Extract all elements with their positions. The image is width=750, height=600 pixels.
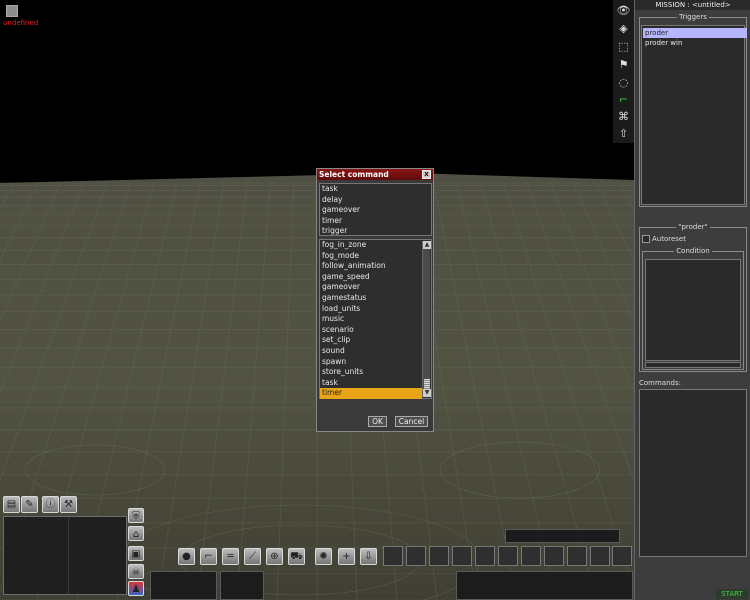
inventory-slot[interactable] — [521, 546, 541, 566]
list-item-selected[interactable]: proder — [643, 28, 747, 38]
list-item[interactable]: task — [320, 378, 422, 389]
triggers-group: Triggers proder proder win — [639, 13, 747, 207]
skull-icon[interactable]: ☠ — [128, 564, 144, 579]
list-item[interactable]: sound — [320, 346, 422, 357]
minimap[interactable] — [3, 516, 127, 595]
list-item[interactable]: set_clip — [320, 335, 422, 346]
condition-scrollbar[interactable] — [645, 362, 741, 368]
list-item[interactable]: gamestatus — [320, 293, 422, 304]
inventory-slot[interactable] — [567, 546, 587, 566]
selected-trigger-label: "proder" — [676, 223, 710, 231]
trigger-properties-group: "proder" Autoreset Condition — [639, 223, 747, 372]
inventory-slot[interactable] — [590, 546, 610, 566]
eye-icon[interactable]: 👁 — [616, 3, 631, 18]
recent-commands-list[interactable]: task delay gameover timer trigger — [319, 183, 432, 236]
grenade-icon[interactable]: ● — [178, 548, 195, 565]
inventory-slot[interactable] — [475, 546, 495, 566]
editor-tool-strip: 👁 ◈ ⬚ ⚑ ◌ ⌐ ⌘ ⇧ — [613, 0, 634, 143]
pistol-icon[interactable]: ⌐ — [200, 548, 217, 565]
list-item[interactable]: task — [320, 184, 431, 195]
list-item[interactable]: spawn — [320, 357, 422, 368]
status-bar — [505, 529, 620, 543]
select-command-dialog: Select command x task delay gameover tim… — [316, 168, 434, 432]
scrollbar[interactable]: ▲ ▼ — [422, 241, 431, 397]
unit-info-panel — [220, 571, 264, 600]
run-icon[interactable]: ✺ — [315, 548, 332, 565]
scroll-down-icon[interactable]: ▼ — [423, 389, 431, 397]
list-item[interactable]: music — [320, 314, 422, 325]
unit-placeholder[interactable] — [6, 5, 18, 17]
flag-icon[interactable]: ⚑ — [616, 57, 631, 72]
triggers-list[interactable]: proder proder win — [641, 25, 747, 205]
target-icon[interactable]: ⊕ — [266, 548, 283, 565]
tag-icon[interactable]: ◈ — [616, 21, 631, 36]
scroll-up-icon[interactable]: ▲ — [423, 241, 431, 249]
map-icon[interactable]: ▤ — [3, 496, 20, 513]
commands-list[interactable] — [639, 389, 747, 557]
list-item[interactable]: gameover — [320, 205, 431, 216]
list-item[interactable]: follow_animation — [320, 261, 422, 272]
condition-input[interactable] — [645, 259, 741, 361]
camera-icon[interactable]: ⌘ — [616, 109, 631, 124]
inventory-slot[interactable] — [406, 546, 426, 566]
minimap-divider — [68, 517, 69, 594]
list-item[interactable]: fog_mode — [320, 251, 422, 262]
plus-icon[interactable]: + — [338, 548, 355, 565]
knife-icon[interactable]: ⟋ — [244, 548, 261, 565]
dialog-title-bar[interactable]: Select command — [317, 169, 433, 180]
selection-icon[interactable]: ⬚ — [616, 39, 631, 54]
list-item-selected[interactable]: timer — [320, 388, 422, 399]
info-icon[interactable]: ⓘ — [42, 496, 59, 513]
vehicle-icon[interactable]: ⛟ — [288, 548, 305, 565]
building-icon[interactable]: ⌂ — [128, 526, 144, 541]
list-item[interactable]: trigger — [320, 226, 431, 237]
dialog-title: Select command — [319, 170, 389, 179]
triggers-label: Triggers — [677, 13, 709, 21]
inventory-slot[interactable] — [383, 546, 403, 566]
condition-label: Condition — [674, 247, 712, 255]
condition-group: Condition — [642, 247, 744, 370]
inventory-slot[interactable] — [544, 546, 564, 566]
team-icon[interactable]: ♟ — [128, 581, 144, 596]
unit-info-panel — [150, 571, 217, 600]
mission-title: MISSION : <untitled> — [635, 0, 750, 10]
crate-icon[interactable]: ▣ — [128, 546, 144, 561]
cancel-button[interactable]: Cancel — [395, 416, 428, 427]
command-list[interactable]: fog_in_zone fog_mode follow_animation ga… — [319, 239, 432, 399]
close-icon[interactable]: x — [422, 170, 431, 179]
shield-icon[interactable]: ⛨ — [128, 508, 144, 523]
list-item[interactable]: timer — [320, 216, 431, 227]
inventory-slot[interactable] — [452, 546, 472, 566]
list-item[interactable]: load_units — [320, 304, 422, 315]
list-item[interactable]: proder win — [643, 38, 747, 48]
list-item[interactable]: delay — [320, 195, 431, 206]
list-item[interactable]: scenario — [320, 325, 422, 336]
inventory-slot[interactable] — [429, 546, 449, 566]
scroll-thumb[interactable] — [424, 379, 430, 389]
start-button[interactable]: START — [716, 589, 748, 599]
list-item[interactable]: fog_in_zone — [320, 240, 422, 251]
list-item[interactable]: store_units — [320, 367, 422, 378]
autoreset-label: Autoreset — [652, 235, 686, 243]
list-item[interactable]: gameover — [320, 282, 422, 293]
autoreset-checkbox[interactable] — [642, 235, 650, 243]
wrench-icon[interactable]: ⚒ — [60, 496, 77, 513]
arrow-up-icon[interactable]: ⇧ — [616, 126, 631, 141]
ok-button[interactable]: OK — [368, 416, 387, 427]
path-icon[interactable]: ⌐ — [616, 92, 631, 107]
inventory-slot[interactable] — [498, 546, 518, 566]
down-arrow-icon[interactable]: ⇩ — [360, 548, 377, 565]
error-label: undefined — [3, 19, 39, 27]
list-item[interactable]: game_speed — [320, 272, 422, 283]
orders-panel — [456, 571, 633, 600]
commands-label: Commands: — [639, 379, 681, 387]
circle-icon[interactable]: ◌ — [616, 75, 631, 90]
mission-panel: MISSION : <untitled> Triggers proder pro… — [634, 0, 750, 600]
rifle-icon[interactable]: ═ — [222, 548, 239, 565]
edit-icon[interactable]: ✎ — [21, 496, 38, 513]
inventory-slot[interactable] — [612, 546, 632, 566]
